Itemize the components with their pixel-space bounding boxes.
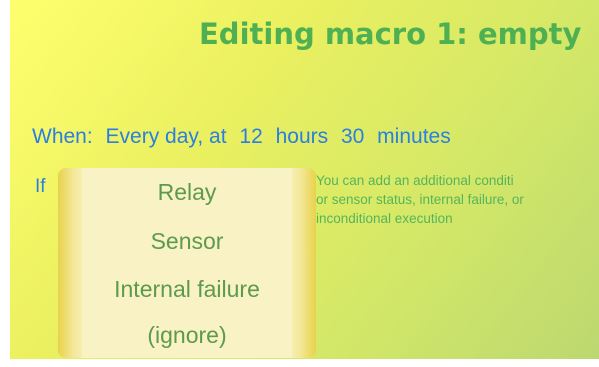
if-label: If — [35, 176, 46, 197]
help-line: inconditional execution — [316, 211, 453, 226]
condition-help-text: You can add an additional conditi or sen… — [316, 171, 599, 228]
hours-value[interactable]: 12 — [239, 125, 262, 148]
condition-listbox[interactable]: Relay Sensor Internal failure (ignore) — [58, 168, 316, 358]
frequency-selector[interactable]: Every day, at — [106, 125, 227, 148]
option-ignore[interactable]: (ignore) — [58, 322, 316, 349]
app-frame: Editing macro 1: empty When: Every day, … — [0, 0, 599, 367]
schedule-row: When: Every day, at 12 hours 30 minutes — [32, 125, 458, 149]
when-label: When: — [32, 125, 93, 148]
option-internal-failure[interactable]: Internal failure — [58, 276, 316, 303]
minutes-label: minutes — [377, 125, 451, 148]
minutes-value[interactable]: 30 — [341, 125, 364, 148]
help-line: or sensor status, internal failure, or — [316, 192, 524, 207]
hours-label: hours — [275, 125, 329, 148]
macro-editor-panel: Editing macro 1: empty When: Every day, … — [10, 0, 599, 359]
page-title: Editing macro 1: empty — [199, 17, 582, 51]
option-sensor[interactable]: Sensor — [58, 228, 316, 255]
help-line: You can add an additional conditi — [316, 173, 514, 188]
option-relay[interactable]: Relay — [58, 179, 316, 206]
